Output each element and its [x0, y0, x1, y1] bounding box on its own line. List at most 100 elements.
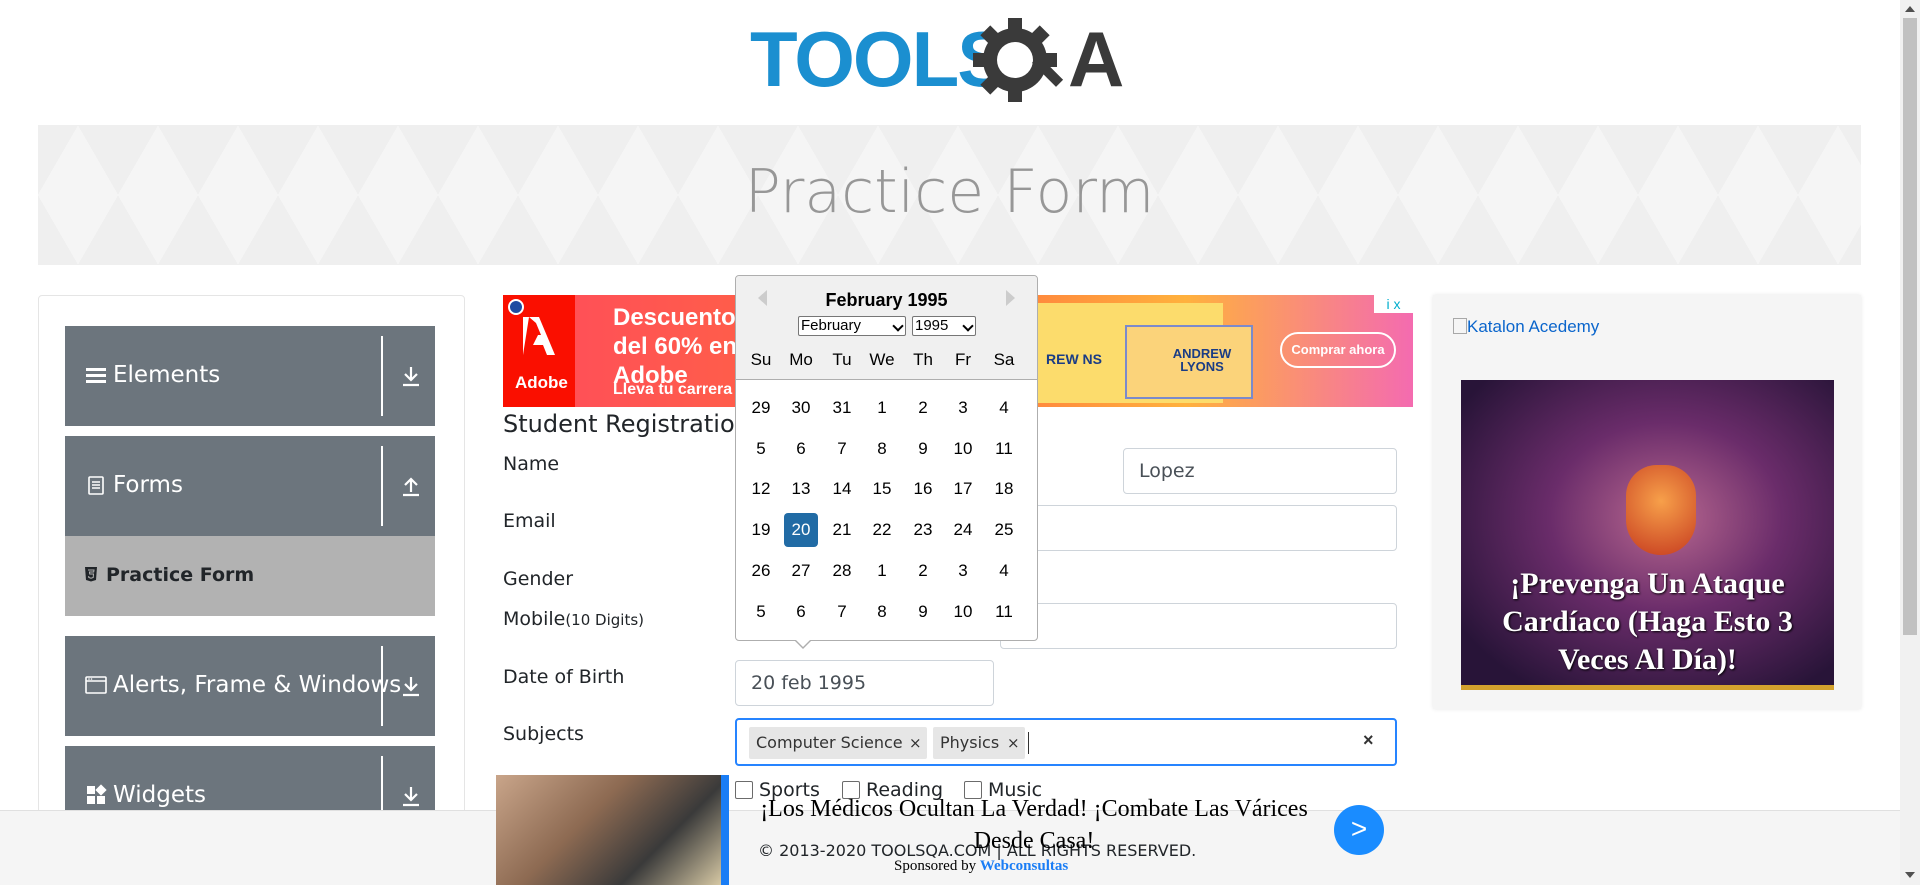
calendar-day[interactable]: 1	[865, 554, 899, 588]
calendar-day[interactable]: 9	[906, 595, 940, 629]
divider	[381, 446, 383, 526]
weekday-header: Sa	[993, 350, 1015, 369]
weekday-header: Fr	[954, 350, 972, 369]
ad-image[interactable]	[496, 775, 721, 885]
advertisement-right[interactable]: Katalon Acedemy ¡Prevenga Un Ataque Card…	[1433, 295, 1861, 709]
datepicker-popup[interactable]: February 1995 February 1995 Su Mo Tu We Th Fr…	[735, 275, 1038, 649]
calendar-day[interactable]: 2	[906, 554, 940, 588]
calendar-day[interactable]: 8	[865, 432, 899, 466]
calendar-day[interactable]: 21	[825, 513, 859, 547]
email-input[interactable]	[1000, 505, 1397, 551]
logo-text-a: A	[1068, 18, 1124, 103]
last-name-input[interactable]: Lopez	[1123, 448, 1397, 494]
year-select[interactable]: 1995	[912, 316, 976, 336]
calendar-day[interactable]: 31	[825, 391, 859, 425]
sidebar-group-elements[interactable]: Elements	[65, 326, 435, 426]
ad-go-button[interactable]: >	[1334, 805, 1384, 855]
scroll-up-icon[interactable]	[1905, 6, 1915, 12]
calendar-day[interactable]: 27	[784, 554, 818, 588]
calendar-day[interactable]: 29	[744, 391, 778, 425]
calendar-day[interactable]: 8	[865, 595, 899, 629]
calendar-day[interactable]: 26	[744, 554, 778, 588]
ad-accent-bar	[721, 775, 729, 885]
advertisement-bottom[interactable]: ¡Los Médicos Ocultan La Verdad! ¡Combate…	[496, 775, 1386, 885]
katalon-broken-image[interactable]: Katalon Acedemy	[1453, 317, 1599, 337]
calendar-day[interactable]: 7	[825, 432, 859, 466]
sidebar-group-alerts[interactable]: Alerts, Frame & Windows	[65, 636, 435, 736]
calendar-day[interactable]: 2	[906, 391, 940, 425]
adchoices-icon[interactable]: i x	[1374, 295, 1413, 313]
calendar-day[interactable]: 6	[784, 432, 818, 466]
ad-headline[interactable]: ¡Los Médicos Ocultan La Verdad! ¡Combate…	[734, 793, 1334, 857]
calendar-day[interactable]: 22	[865, 513, 899, 547]
calendar-day[interactable]: 7	[825, 595, 859, 629]
heart-icon	[1626, 465, 1696, 555]
upload-icon[interactable]	[399, 474, 423, 498]
subject-chip-label: Computer Science	[756, 733, 903, 752]
scroll-down-icon[interactable]	[1905, 872, 1915, 878]
sidebar-group-label: Elements	[113, 362, 221, 388]
ad-cta-button[interactable]: Comprar ahora	[1280, 332, 1396, 368]
calendar-day[interactable]: 16	[906, 472, 940, 506]
sidebar-group-forms[interactable]: Forms	[65, 436, 435, 536]
label-email: Email	[503, 510, 556, 532]
calendar-day[interactable]: 19	[744, 513, 778, 547]
calendar-day[interactable]: 13	[784, 472, 818, 506]
mobile-input[interactable]	[1000, 603, 1397, 649]
calendar-day[interactable]: 23	[906, 513, 940, 547]
calendar-day[interactable]: 4	[987, 391, 1021, 425]
clear-icon[interactable]: ×	[1363, 730, 1374, 751]
broken-image-icon	[1453, 318, 1467, 334]
sidebar-group-label: Forms	[113, 472, 183, 498]
label-subjects: Subjects	[503, 723, 584, 745]
calendar-day[interactable]: 3	[946, 391, 980, 425]
calendar-day[interactable]: 11	[987, 595, 1021, 629]
chip-remove-icon[interactable]: ×	[1007, 727, 1020, 759]
calendar-day[interactable]: 3	[946, 554, 980, 588]
download-icon[interactable]	[399, 364, 423, 388]
chip-remove-icon[interactable]: ×	[909, 727, 922, 759]
toolsqa-logo[interactable]: TOOLS A	[750, 15, 1154, 114]
subjects-input[interactable]: Computer Science × Physics × ×	[735, 718, 1397, 766]
calendar-day[interactable]: 1	[865, 391, 899, 425]
ad-sponsor-link[interactable]: Webconsultas	[980, 858, 1068, 874]
widgets-icon	[87, 784, 107, 804]
calendar-day[interactable]: 30	[784, 391, 818, 425]
window-icon	[85, 676, 107, 694]
calendar-day[interactable]: 18	[987, 472, 1021, 506]
calendar-day[interactable]: 25	[987, 513, 1021, 547]
download-icon[interactable]	[399, 674, 423, 698]
hamburger-icon	[86, 368, 106, 383]
weekday-header: Su	[750, 350, 772, 369]
sidebar-group-label: Alerts, Frame & Windows	[113, 672, 402, 698]
calendar-day[interactable]: 5	[744, 595, 778, 629]
subject-chip: Physics ×	[933, 727, 1025, 759]
page-scrollbar[interactable]	[1900, 0, 1920, 885]
calendar-day[interactable]: 17	[946, 472, 980, 506]
calendar-day[interactable]: 24	[946, 513, 980, 547]
calendar-day[interactable]: 14	[825, 472, 859, 506]
calendar-day[interactable]: 10	[946, 595, 980, 629]
weekday-header: We	[869, 350, 895, 369]
date-of-birth-input[interactable]: 20 feb 1995	[735, 660, 994, 706]
calendar-day[interactable]: 28	[825, 554, 859, 588]
next-month-icon[interactable]	[1006, 290, 1015, 306]
calendar-day[interactable]: 5	[744, 432, 778, 466]
calendar-day[interactable]: 9	[906, 432, 940, 466]
calendar-day[interactable]: 20	[784, 513, 818, 548]
heart-ad-image[interactable]: ¡Prevenga Un Ataque Cardíaco (Haga Esto …	[1461, 380, 1834, 690]
download-icon[interactable]	[399, 784, 423, 808]
scrollbar-thumb[interactable]	[1903, 18, 1917, 635]
subject-chip: Computer Science ×	[749, 727, 927, 759]
calendar-day[interactable]: 4	[987, 554, 1021, 588]
sidebar-item-practice-form[interactable]: Practice Form	[65, 536, 435, 616]
calendar-day[interactable]: 11	[987, 432, 1021, 466]
calendar-day[interactable]: 6	[784, 595, 818, 629]
calendar-day[interactable]: 12	[744, 472, 778, 506]
ad-shield-icon	[508, 299, 524, 315]
document-icon	[88, 476, 104, 495]
page-banner: Practice Form	[38, 125, 1861, 265]
calendar-day[interactable]: 10	[946, 432, 980, 466]
calendar-day[interactable]: 15	[865, 472, 899, 506]
month-select[interactable]: February	[798, 316, 906, 336]
